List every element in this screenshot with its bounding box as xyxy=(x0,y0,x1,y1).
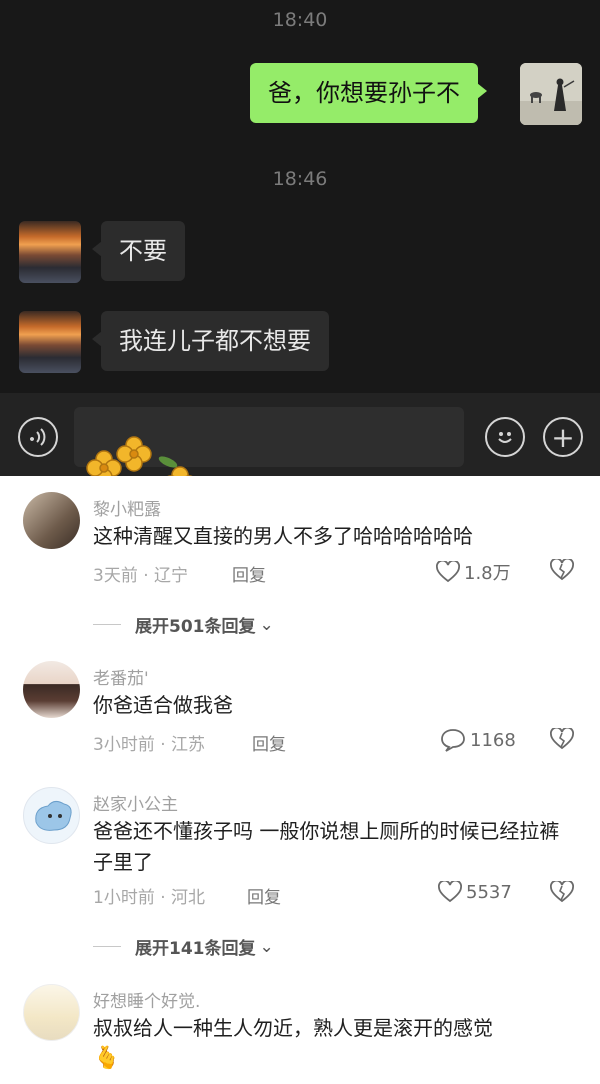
avatar[interactable] xyxy=(23,661,80,718)
dislike-button[interactable] xyxy=(550,881,574,903)
broken-heart-icon xyxy=(550,728,574,750)
divider xyxy=(93,946,121,947)
comment-meta: 3小时前 · 江苏 xyxy=(93,735,206,755)
expand-replies-button[interactable]: 展开501条回复 ⌄ xyxy=(93,612,274,637)
received-message-bubble[interactable]: 不要 xyxy=(92,221,185,281)
comment-text: 叔叔给人一种生人勿近，熟人更是滚开的感觉 xyxy=(93,1016,493,1040)
avatar[interactable] xyxy=(23,984,80,1041)
comment-section: 黎小粑露 这种清醒又直接的男人不多了哈哈哈哈哈哈 3天前 · 辽宁 回复 1.8… xyxy=(0,476,600,1084)
divider xyxy=(93,624,121,625)
snow-figure-picture xyxy=(520,63,582,125)
avatar[interactable] xyxy=(23,492,80,549)
heart-icon xyxy=(438,881,462,903)
like-button[interactable]: 5537 xyxy=(438,881,512,903)
comment-username[interactable]: 赵家小公主 xyxy=(93,790,178,815)
dad-avatar[interactable] xyxy=(19,221,81,283)
like-count: 5537 xyxy=(466,881,512,903)
like-button[interactable]: 1.8万 xyxy=(436,559,511,585)
like-count: 1168 xyxy=(470,729,516,751)
reply-button[interactable]: 回复 xyxy=(232,561,266,586)
broken-heart-icon xyxy=(550,881,574,903)
received-message-bubble[interactable]: 我连儿子都不想要 xyxy=(92,311,329,371)
my-avatar[interactable] xyxy=(520,63,582,125)
chevron-down-icon: ⌄ xyxy=(259,614,274,635)
plus-icon[interactable]: + xyxy=(543,417,583,457)
comment-username[interactable]: 好想睡个好觉. xyxy=(93,987,200,1012)
dislike-button[interactable] xyxy=(550,559,574,581)
comment-text: 这种清醒又直接的男人不多了哈哈哈哈哈哈 xyxy=(93,524,473,548)
reply-button[interactable]: 回复 xyxy=(247,883,281,908)
chevron-down-icon: ⌄ xyxy=(259,936,274,957)
avatar[interactable] xyxy=(23,787,80,844)
like-count: 1.8万 xyxy=(464,563,511,584)
chat-screenshot: 18:40 爸，你想要孙子不 18:46 不要 我连儿子都不想要 + xyxy=(0,0,600,476)
dad-avatar[interactable] xyxy=(19,311,81,373)
broken-heart-icon xyxy=(550,559,574,581)
comment-username[interactable]: 老番茄' xyxy=(93,664,149,689)
comment-text: 爸爸还不懂孩子吗 一般你说想上厕所的时候已经拉裤子里了 xyxy=(93,819,560,874)
heart-icon xyxy=(436,561,460,583)
sent-message-bubble[interactable]: 爸，你想要孙子不 xyxy=(250,63,487,123)
timestamp: 18:46 xyxy=(272,168,328,190)
finger-heart-emoji: 🫰 xyxy=(93,1046,121,1071)
reply-button[interactable]: 回复 xyxy=(252,730,286,755)
voice-icon[interactable] xyxy=(18,417,58,457)
dislike-button[interactable] xyxy=(550,728,574,750)
emoji-icon[interactable] xyxy=(485,417,525,457)
comment-username[interactable]: 黎小粑露 xyxy=(93,495,161,520)
like-button[interactable]: 1168 xyxy=(440,728,516,752)
comment-text: 你爸适合做我爸 xyxy=(93,693,233,717)
comment-meta: 1小时前 · 河北 xyxy=(93,888,206,908)
expand-replies-button[interactable]: 展开141条回复 ⌄ xyxy=(93,934,274,959)
comment-bubble-icon xyxy=(441,729,465,752)
expand-label: 展开141条回复 xyxy=(135,939,256,959)
comment-meta: 3天前 · 辽宁 xyxy=(93,566,189,586)
expand-label: 展开501条回复 xyxy=(135,617,256,637)
timestamp: 18:40 xyxy=(272,9,328,31)
